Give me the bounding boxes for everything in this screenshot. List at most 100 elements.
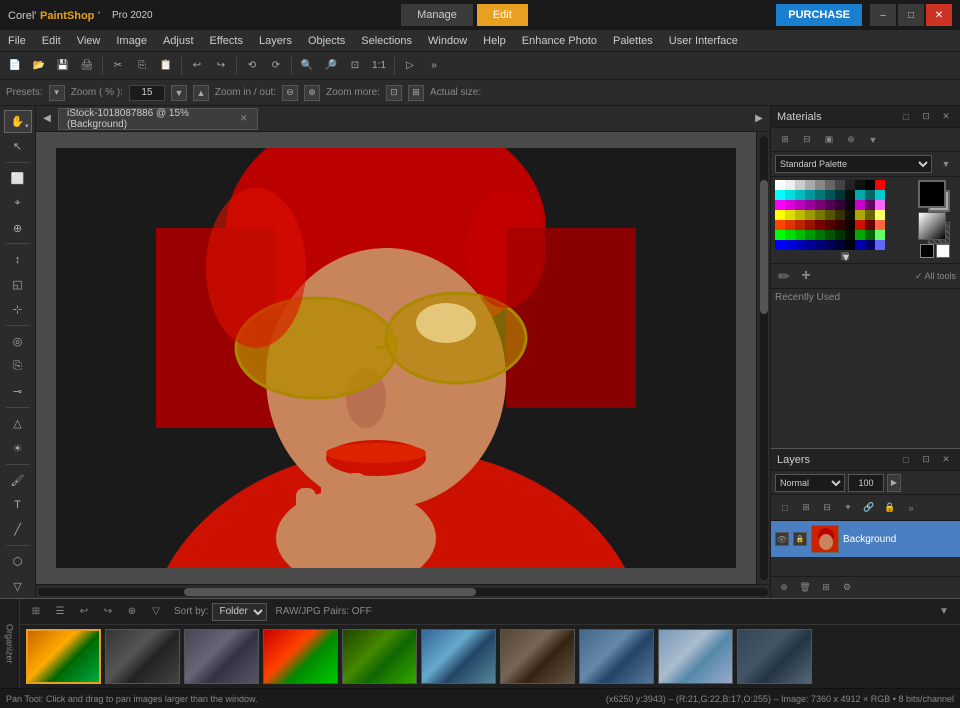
mat-btn-4[interactable]: ⊕ [841,131,861,149]
copy-button[interactable]: ⎘ [131,55,153,77]
purchase-button[interactable]: PURCHASE [776,4,862,26]
palette-menu-btn[interactable]: ▼ [936,155,956,173]
swatch[interactable] [855,230,865,240]
org-thumb-7[interactable] [500,629,575,684]
swatch[interactable] [825,220,835,230]
org-thumb-4[interactable] [263,629,338,684]
swatch[interactable] [865,190,875,200]
swatch[interactable] [815,200,825,210]
select-tool[interactable]: ↖ [4,135,32,158]
merge-btn[interactable]: ⊞ [817,580,835,596]
blend-mode-select[interactable]: Normal [775,474,845,492]
swatch[interactable] [795,190,805,200]
text-tool[interactable]: T [4,493,32,516]
mat-btn-5[interactable]: ▼ [863,131,883,149]
save-button[interactable]: 💾 [52,55,74,77]
brush-icon[interactable]: ✏ [775,267,793,285]
layer-item-background[interactable]: 👁 🔒 Background [771,521,960,557]
foreground-swatch[interactable] [918,180,946,208]
swatch[interactable] [825,190,835,200]
org-thumb-2[interactable] [105,629,180,684]
rect-select-tool[interactable]: ⬜ [4,167,32,190]
swatch[interactable] [835,210,845,220]
swatch[interactable] [785,190,795,200]
menu-view[interactable]: View [69,30,109,51]
swatch[interactable] [865,240,875,250]
org-filter-btn[interactable]: ▽ [146,602,166,622]
swatch[interactable] [815,230,825,240]
zoom-up-btn[interactable]: ▲ [193,85,209,101]
straighten-tool[interactable]: ↕ [4,248,32,271]
close-window-button[interactable]: ✕ [926,4,952,26]
swatch[interactable] [855,190,865,200]
menu-window[interactable]: Window [420,30,475,51]
swatch[interactable] [835,240,845,250]
fit-btn[interactable]: ⊡ [386,85,402,101]
new-layer-btn[interactable]: □ [775,498,795,518]
palette-select[interactable]: Standard Palette [775,155,932,173]
swatch[interactable] [785,240,795,250]
swatch[interactable] [775,200,785,210]
swatch[interactable] [875,230,885,240]
swatch[interactable] [835,180,845,190]
swatch[interactable] [805,240,815,250]
menu-selections[interactable]: Selections [353,30,420,51]
gradient-swatch[interactable] [918,212,946,240]
swatch[interactable] [785,200,795,210]
sharpen-tool[interactable]: △ [4,412,32,435]
swatch[interactable] [825,210,835,220]
swatch[interactable] [825,180,835,190]
h-scroll-track[interactable] [38,588,768,596]
zoom-out-btn[interactable]: ⊖ [282,85,298,101]
swatch[interactable] [775,230,785,240]
layer-visibility-toggle[interactable]: 👁 [775,532,789,546]
plus-icon[interactable]: + [797,267,815,285]
menu-user-interface[interactable]: User Interface [661,30,746,51]
zoom-out-button[interactable]: 🔎 [320,55,342,77]
add-layer-btn[interactable]: ⊕ [775,580,793,596]
swatch[interactable] [855,220,865,230]
delete-layer-btn[interactable]: 🗑 [796,580,814,596]
swatch[interactable] [845,210,855,220]
swatch[interactable] [835,220,845,230]
swatch[interactable] [865,220,875,230]
swatch[interactable] [775,210,785,220]
fg-mini-swatch[interactable] [920,244,934,258]
rotate-ccw-button[interactable]: ⟲ [241,55,263,77]
swatch[interactable] [855,210,865,220]
swatch[interactable] [825,240,835,250]
materials-panel-float[interactable]: ⊡ [918,109,934,125]
mat-btn-1[interactable]: ⊞ [775,131,795,149]
print-button[interactable]: 🖨 [76,55,98,77]
swatch[interactable] [785,220,795,230]
org-rotate-right-btn[interactable]: ↪ [98,602,118,622]
freehand-tool[interactable]: ⌖ [4,192,32,215]
swatch[interactable] [795,220,805,230]
swatch[interactable] [835,200,845,210]
new-group-btn[interactable]: ⊞ [796,498,816,518]
org-tag-btn[interactable]: ⊕ [122,602,142,622]
swatch[interactable] [875,240,885,250]
new-mask-btn[interactable]: ⊟ [817,498,837,518]
org-thumb-6[interactable] [421,629,496,684]
open-file-button[interactable]: 📂 [28,55,50,77]
swatch[interactable] [815,220,825,230]
actual-btn[interactable]: ⊞ [408,85,424,101]
swatch[interactable] [845,220,855,230]
swatch[interactable] [795,200,805,210]
swatch[interactable] [845,190,855,200]
swatch[interactable] [805,200,815,210]
edit-button[interactable]: Edit [477,4,528,26]
redo-button[interactable]: ↪ [210,55,232,77]
swatch-black[interactable] [865,180,875,190]
paste-button[interactable]: 📋 [155,55,177,77]
swatch[interactable] [785,180,795,190]
swatch[interactable] [865,200,875,210]
org-thumb-1[interactable] [26,629,101,684]
swatch-red[interactable] [875,180,885,190]
swatch[interactable] [855,180,865,190]
layers-panel-float[interactable]: ⊡ [918,452,934,468]
zoom-in-btn[interactable]: ⊕ [304,85,320,101]
scroll-down-btn[interactable]: ▼ [841,252,849,260]
org-thumb-3[interactable] [184,629,259,684]
